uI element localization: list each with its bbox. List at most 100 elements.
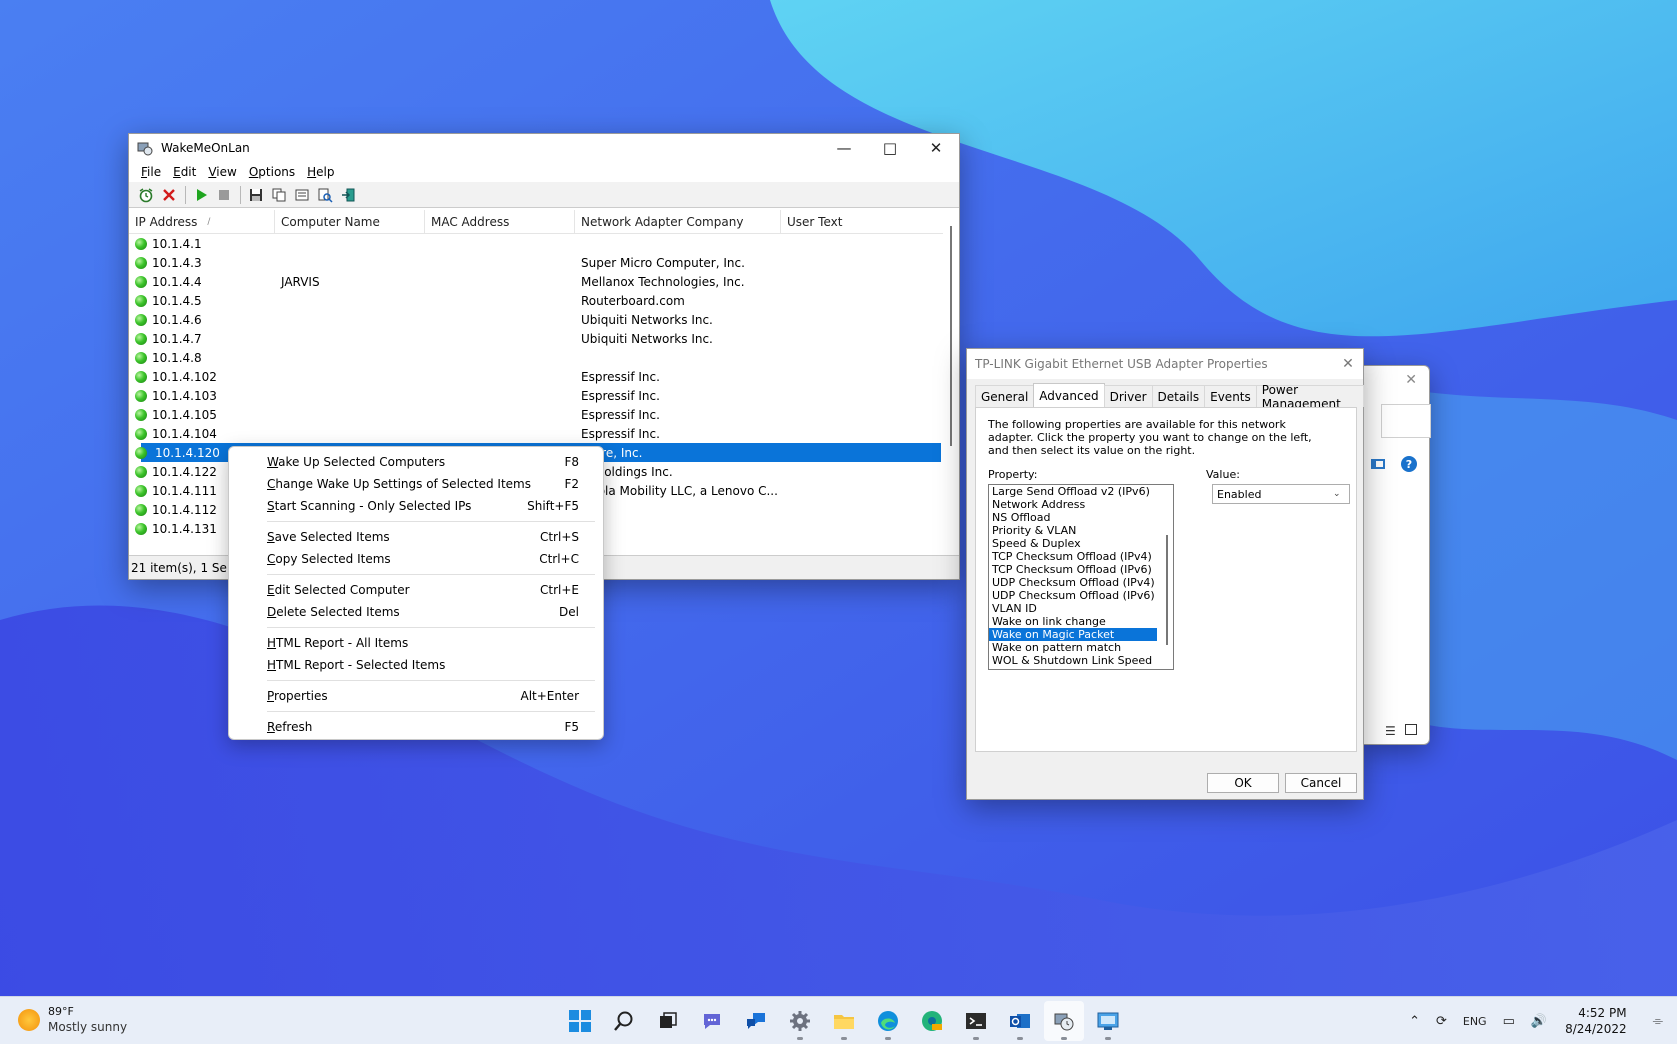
- table-row[interactable]: 10.1.4.3 Super Micro Computer, Inc.: [129, 253, 959, 272]
- tab-advanced[interactable]: Advanced: [1033, 383, 1105, 407]
- start-scan-button[interactable]: [190, 184, 212, 206]
- table-row[interactable]: 10.1.4.6 Ubiquiti Networks Inc.: [129, 310, 959, 329]
- context-menu-item[interactable]: Change Wake Up Settings of Selected Item…: [229, 473, 603, 495]
- task-view-button[interactable]: [648, 1001, 688, 1041]
- column-mac-address[interactable]: MAC Address: [425, 210, 575, 233]
- ok-button[interactable]: OK: [1207, 773, 1279, 793]
- property-list-item[interactable]: VLAN ID: [989, 602, 1173, 615]
- title-bar[interactable]: WakeMeOnLan — □ ✕: [129, 134, 959, 162]
- language-indicator[interactable]: ENG: [1463, 1015, 1487, 1028]
- save-button[interactable]: [245, 184, 267, 206]
- context-menu-item[interactable]: Properties Alt+Enter: [229, 685, 603, 707]
- property-list-item[interactable]: Speed & Duplex: [989, 537, 1173, 550]
- search-button[interactable]: [604, 1001, 644, 1041]
- file-explorer-button[interactable]: [824, 1001, 864, 1041]
- property-list-item[interactable]: Priority & VLAN: [989, 524, 1173, 537]
- property-list-scrollbar-thumb[interactable]: [1166, 535, 1168, 645]
- property-list-item[interactable]: Wake on pattern match: [989, 641, 1173, 654]
- tab-power-management[interactable]: Power Management: [1255, 383, 1364, 411]
- column-network-adapter-company[interactable]: Network Adapter Company: [575, 210, 781, 233]
- help-icon[interactable]: ?: [1401, 456, 1417, 472]
- delete-button[interactable]: [158, 184, 180, 206]
- close-icon[interactable]: ✕: [1333, 356, 1363, 372]
- background-window-field[interactable]: [1381, 404, 1431, 438]
- context-menu-item[interactable]: HTML Report - Selected Items: [229, 654, 603, 676]
- property-list-item[interactable]: UDP Checksum Offload (IPv6): [989, 589, 1173, 602]
- maximize-button[interactable]: □: [867, 134, 913, 162]
- context-menu-item[interactable]: Refresh F5: [229, 716, 603, 738]
- notification-bell-icon[interactable]: ⌯: [1653, 1014, 1663, 1029]
- tab-driver[interactable]: Driver: [1103, 385, 1153, 407]
- table-row[interactable]: 10.1.4.5 Routerboard.com: [129, 291, 959, 310]
- table-row[interactable]: 10.1.4.7 Ubiquiti Networks Inc.: [129, 329, 959, 348]
- terminal-button[interactable]: [956, 1001, 996, 1041]
- context-menu-item[interactable]: Save Selected Items Ctrl+S: [229, 526, 603, 548]
- table-row[interactable]: 10.1.4.104 Espressif Inc.: [129, 424, 959, 443]
- property-list-item[interactable]: TCP Checksum Offload (IPv6): [989, 563, 1173, 576]
- table-row[interactable]: 10.1.4.102 Espressif Inc.: [129, 367, 959, 386]
- dialog-title-bar[interactable]: TP-LINK Gigabit Ethernet USB Adapter Pro…: [967, 349, 1363, 379]
- tab-events[interactable]: Events: [1204, 385, 1257, 407]
- property-list-item[interactable]: UDP Checksum Offload (IPv4): [989, 576, 1173, 589]
- property-list[interactable]: Large Send Offload v2 (IPv6) Network Addr…: [988, 484, 1174, 670]
- network-icon[interactable]: ▭: [1503, 1014, 1515, 1029]
- menu-view[interactable]: View: [202, 165, 242, 179]
- minimize-button[interactable]: —: [821, 134, 867, 162]
- teams-chat-button[interactable]: [692, 1001, 732, 1041]
- column-user-text[interactable]: User Text: [781, 210, 941, 233]
- close-icon[interactable]: ✕: [1405, 372, 1417, 388]
- column-ip-address[interactable]: IP Address ∕: [129, 210, 275, 233]
- find-button[interactable]: [314, 184, 336, 206]
- edge-button[interactable]: [868, 1001, 908, 1041]
- property-list-item[interactable]: Large Send Offload v2 (IPv6): [989, 485, 1173, 498]
- start-button[interactable]: [560, 1001, 600, 1041]
- wake-up-button[interactable]: [135, 184, 157, 206]
- stop-scan-button[interactable]: [213, 184, 235, 206]
- sync-icon[interactable]: ⟳: [1436, 1014, 1447, 1029]
- list-view-icon[interactable]: [1371, 459, 1385, 469]
- property-list-item[interactable]: NS Offload: [989, 511, 1173, 524]
- menu-edit[interactable]: Edit: [167, 165, 202, 179]
- tab-general[interactable]: General: [975, 385, 1035, 407]
- weather-widget[interactable]: 89°F Mostly sunny: [18, 1005, 127, 1035]
- context-menu-item[interactable]: Start Scanning - Only Selected IPs Shift+…: [229, 495, 603, 517]
- table-row[interactable]: 10.1.4.8: [129, 348, 959, 367]
- context-menu-item[interactable]: Edit Selected Computer Ctrl+E: [229, 579, 603, 601]
- column-computer-name[interactable]: Computer Name: [275, 210, 425, 233]
- property-list-item[interactable]: Network Address: [989, 498, 1173, 511]
- details-view-icon[interactable]: ☰: [1385, 724, 1396, 738]
- menu-file[interactable]: File: [135, 165, 167, 179]
- list-vertical-scrollbar[interactable]: [943, 210, 959, 554]
- background-window[interactable]: ✕ ? ☰: [1360, 365, 1431, 745]
- properties-button[interactable]: [291, 184, 313, 206]
- value-dropdown[interactable]: Enabled ⌄: [1212, 484, 1350, 504]
- property-list-item[interactable]: WOL & Shutdown Link Speed: [989, 654, 1173, 667]
- chevron-up-icon[interactable]: ⌃: [1409, 1014, 1420, 1029]
- tab-details[interactable]: Details: [1151, 385, 1206, 407]
- clock[interactable]: 4:52 PM 8/24/2022: [1565, 1005, 1627, 1037]
- table-row[interactable]: 10.1.4.103 Espressif Inc.: [129, 386, 959, 405]
- outlook-button[interactable]: [1000, 1001, 1040, 1041]
- table-row[interactable]: 10.1.4.1: [129, 234, 959, 253]
- property-list-item[interactable]: TCP Checksum Offload (IPv4): [989, 550, 1173, 563]
- context-menu-item[interactable]: Delete Selected Items Del: [229, 601, 603, 623]
- tiles-view-icon[interactable]: [1405, 724, 1417, 735]
- menu-help[interactable]: Help: [301, 165, 340, 179]
- feedback-hub-button[interactable]: [736, 1001, 776, 1041]
- volume-icon[interactable]: 🔊: [1531, 1014, 1547, 1029]
- table-row[interactable]: 10.1.4.105 Espressif Inc.: [129, 405, 959, 424]
- table-row[interactable]: 10.1.4.4 JARVIS Mellanox Technologies, Inc…: [129, 272, 959, 291]
- close-button[interactable]: ✕: [913, 134, 959, 162]
- wakemeonlan-taskbar-button[interactable]: [1044, 1001, 1084, 1041]
- menu-options[interactable]: Options: [243, 165, 301, 179]
- cancel-button[interactable]: Cancel: [1285, 773, 1357, 793]
- edge-canary-button[interactable]: [912, 1001, 952, 1041]
- exit-button[interactable]: [337, 184, 359, 206]
- context-menu-item[interactable]: Wake Up Selected Computers F8: [229, 451, 603, 473]
- copy-button[interactable]: [268, 184, 290, 206]
- context-menu-item[interactable]: Copy Selected Items Ctrl+C: [229, 548, 603, 570]
- property-list-item[interactable]: Wake on link change: [989, 615, 1173, 628]
- control-panel-button[interactable]: [1088, 1001, 1128, 1041]
- settings-button[interactable]: [780, 1001, 820, 1041]
- property-list-item[interactable]: Wake on Magic Packet: [989, 628, 1157, 641]
